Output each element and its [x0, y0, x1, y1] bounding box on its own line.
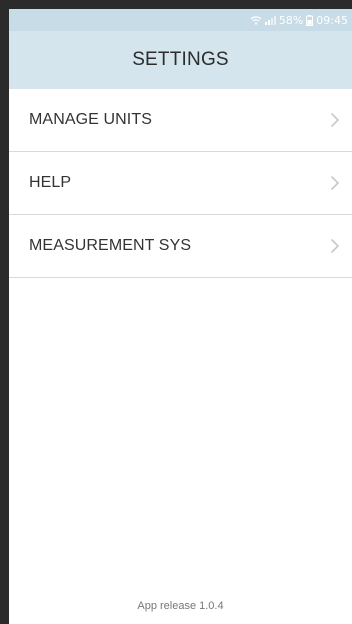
menu-item-measurement-sys[interactable]: MEASUREMENT SYS: [9, 215, 352, 278]
settings-menu: MANAGE UNITS HELP MEASUREMENT SYS: [9, 89, 352, 278]
menu-item-label: HELP: [29, 174, 72, 191]
chevron-right-icon: [330, 112, 340, 128]
wifi-icon: [250, 15, 262, 25]
menu-item-label: MEASUREMENT SYS: [29, 237, 192, 254]
menu-item-label: MANAGE UNITS: [29, 111, 152, 128]
menu-item-help[interactable]: HELP: [9, 152, 352, 215]
app-screen: 58% 09:45 SETTINGS MANAGE UNITS HELP MEA…: [9, 9, 352, 624]
page-title: SETTINGS: [132, 49, 229, 70]
status-bar: 58% 09:45: [9, 9, 352, 31]
app-release-label: App release 1.0.4: [137, 600, 224, 612]
app-header: SETTINGS: [9, 31, 352, 89]
chevron-right-icon: [330, 175, 340, 191]
battery-percent: 58%: [278, 13, 304, 27]
signal-icon: [264, 15, 276, 25]
menu-item-manage-units[interactable]: MANAGE UNITS: [9, 89, 352, 152]
chevron-right-icon: [330, 238, 340, 254]
clock: 09:45: [316, 13, 348, 27]
battery-icon: [306, 14, 314, 26]
